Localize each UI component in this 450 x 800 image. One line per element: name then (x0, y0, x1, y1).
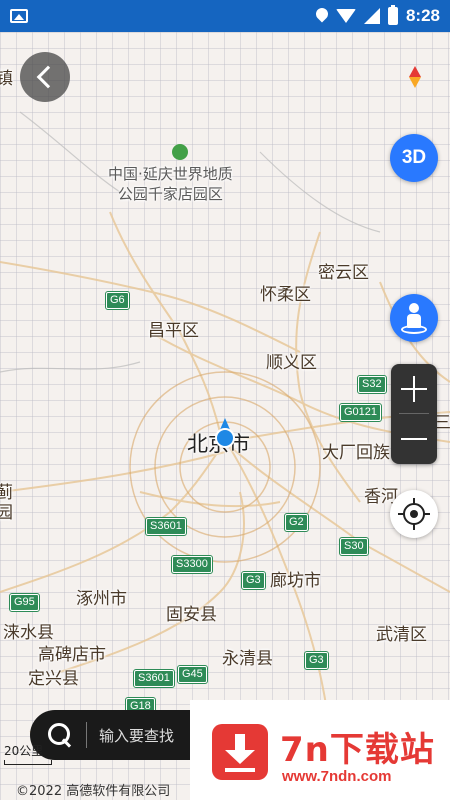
wifi-icon (335, 9, 356, 23)
crosshair-tick (413, 524, 415, 530)
highway-shield: G95 (9, 593, 40, 612)
highway-shield: S3601 (145, 517, 187, 536)
scale-bar (4, 760, 52, 765)
locate-me-button[interactable] (390, 490, 438, 538)
crosshair-dot (410, 510, 418, 518)
scale-label: 20公里 (4, 744, 44, 758)
street-view-button[interactable] (390, 294, 438, 342)
crosshair-tick (413, 498, 415, 504)
place-guan: 固安县 (166, 605, 217, 625)
3d-view-button[interactable]: 3D (390, 134, 438, 182)
crosshair-tick (398, 513, 404, 515)
watermark-url: www.7ndn.com (282, 768, 392, 785)
compass-icon[interactable] (409, 66, 421, 88)
place-edge-mid2: 园 (0, 503, 13, 523)
highway-shield: S30 (339, 537, 369, 556)
zoom-in-button[interactable] (391, 364, 437, 414)
zoom-out-button[interactable] (391, 414, 437, 464)
location-dot (215, 428, 235, 448)
park-icon (172, 144, 188, 160)
logo-base (225, 768, 255, 772)
copyright-text: ©2022 高德软件有限公司 (16, 784, 171, 799)
gallery-notification-icon (10, 9, 28, 23)
highway-shield: G0121 (338, 403, 383, 422)
signal-icon (363, 8, 380, 24)
search-divider (86, 722, 87, 748)
back-button[interactable] (20, 52, 70, 102)
chevron-left-icon (36, 65, 60, 89)
status-time: 8:28 (405, 6, 440, 25)
watermark-title: 7n下载站 (280, 730, 435, 770)
user-location-marker (215, 418, 235, 448)
zoom-control (391, 364, 437, 464)
search-placeholder: 输入要查找 (99, 726, 175, 745)
highway-shield: S3601 (133, 669, 175, 688)
download-logo-icon (212, 724, 268, 780)
highway-shield: S3300 (171, 555, 213, 574)
place-huairou: 怀柔区 (260, 285, 311, 305)
place-langfang: 廊坊市 (270, 571, 321, 591)
minus-icon (401, 438, 427, 440)
highway-shield: S32 (357, 375, 387, 394)
highway-shield: G3 (304, 651, 329, 670)
highway-shield: G6 (105, 291, 130, 310)
search-icon (48, 723, 72, 747)
watermark: 7n下载站 www.7ndn.com (190, 700, 450, 800)
place-miyun: 密云区 (318, 263, 369, 283)
highway-shield: G3 (241, 571, 266, 590)
logo-arrow-head (225, 750, 255, 764)
location-icon (316, 8, 328, 24)
place-yongqing: 永清县 (222, 649, 273, 669)
person-ring (401, 325, 427, 334)
status-icons: 8:28 (316, 5, 440, 26)
crosshair-tick (424, 513, 430, 515)
geopark-label: 中国·延庆世界地质 公园千家店园区 (108, 165, 233, 203)
place-changping: 昌平区 (148, 321, 199, 341)
highway-shield: G2 (284, 513, 309, 532)
place-wuqing: 武清区 (376, 625, 427, 645)
highway-shield: G45 (177, 665, 208, 684)
plus-icon-vertical (413, 376, 415, 402)
place-gaobeidian: 高碑店市 (38, 645, 106, 665)
place-edge-top: 镇 (0, 69, 13, 89)
map-view[interactable]: 中国·延庆世界地质 公园千家店园区 密云区 怀柔区 昌平区 顺义区 北京市 大厂… (0, 32, 450, 800)
person-icon (409, 303, 419, 313)
place-zhuozhou: 涿州市 (76, 589, 127, 609)
place-dingxing: 定兴县 (28, 669, 79, 689)
place-dachang: 大厂回族 (322, 443, 390, 463)
battery-charging-icon (387, 5, 398, 25)
place-shunyi: 顺义区 (266, 353, 317, 373)
status-bar: 8:28 (0, 0, 450, 32)
